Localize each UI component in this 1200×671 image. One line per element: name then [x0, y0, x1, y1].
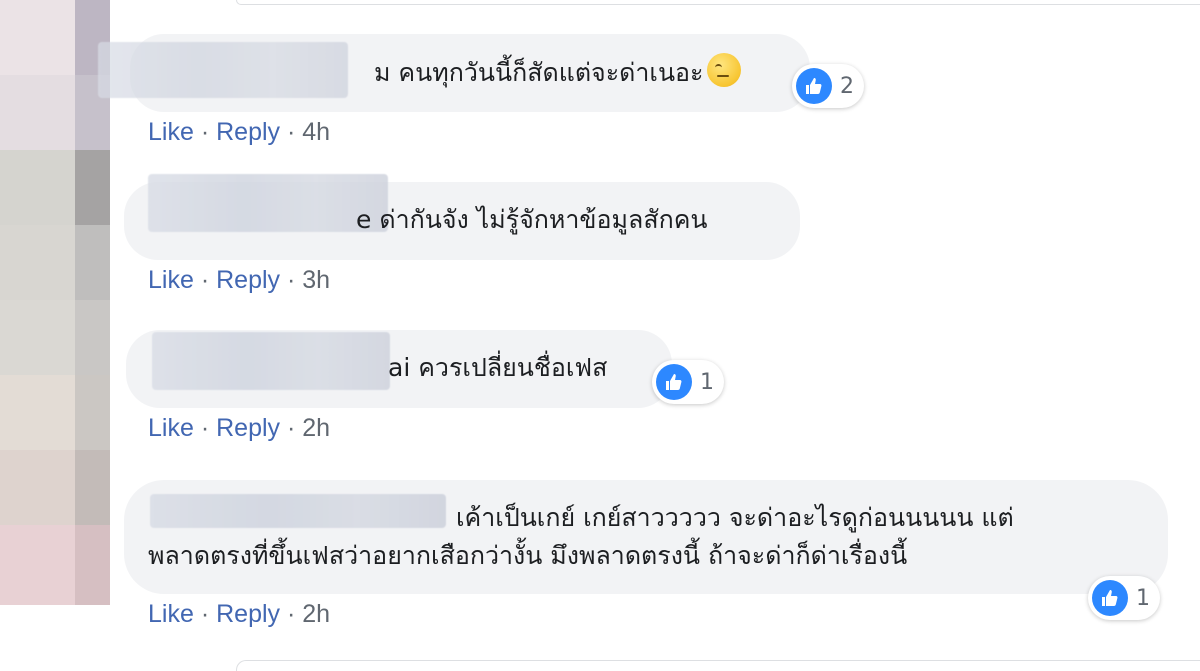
blurred-author-name[interactable] — [98, 42, 348, 98]
like-count: 2 — [840, 73, 854, 99]
timestamp[interactable]: 4h — [302, 118, 330, 146]
thumbs-up-icon — [796, 68, 832, 104]
comment-text-line-1: เค้าเป็นเกย์ เกย์สาววววว จะด่าอะไรดูก่อน… — [456, 503, 1014, 532]
comment-bubble: ม คนทุกวันนี้ก็สัดแต่จะด่าเนอะ — [98, 34, 810, 112]
like-count: 1 — [1136, 585, 1150, 611]
comment-bubble: เค้าเป็นเกย์ เกย์สาววววว จะด่าอะไรดูก่อน… — [124, 480, 1168, 594]
comment-actions: Like · Reply · 3h — [148, 266, 331, 294]
reply-link[interactable]: Reply — [216, 118, 280, 146]
blurred-author-name[interactable] — [150, 494, 446, 528]
comment-text: e ด่ากันจัง ไม่รู้จักหาข้อมูลสักคน — [356, 205, 708, 234]
previous-comment-box-edge — [236, 0, 1200, 5]
timestamp[interactable]: 2h — [302, 414, 330, 442]
like-reaction-badge[interactable]: 1 — [1088, 576, 1160, 620]
blurred-author-name[interactable] — [152, 332, 390, 390]
comment-actions: Like · Reply · 2h — [148, 414, 331, 442]
blurred-avatar-column — [0, 0, 110, 666]
like-link[interactable]: Like — [148, 118, 194, 146]
thumbs-up-icon — [656, 364, 692, 400]
comment-actions: Like · Reply · 4h — [148, 118, 331, 146]
like-reaction-badge[interactable]: 2 — [792, 64, 864, 108]
comment-text: ม คนทุกวันนี้ก็สัดแต่จะด่าเนอะ — [374, 58, 704, 87]
comment-text-line-2: พลาดตรงที่ขึ้นเฟสว่าอยากเสือกว่างั้น มึง… — [148, 541, 908, 570]
timestamp[interactable]: 2h — [302, 600, 330, 628]
comment-bubble: ai ควรเปลี่ยนชื่อเฟส — [126, 330, 672, 408]
reply-link[interactable]: Reply — [216, 600, 280, 628]
timestamp[interactable]: 3h — [302, 266, 330, 294]
comment-actions: Like · Reply · 2h — [148, 600, 331, 628]
blurred-author-name[interactable] — [148, 174, 388, 232]
face-with-rolling-eyes-icon — [707, 53, 742, 87]
reply-link[interactable]: Reply — [216, 266, 280, 294]
like-link[interactable]: Like — [148, 414, 194, 442]
like-link[interactable]: Like — [148, 266, 194, 294]
like-link[interactable]: Like — [148, 600, 194, 628]
thumbs-up-icon — [1092, 580, 1128, 616]
like-reaction-badge[interactable]: 1 — [652, 360, 724, 404]
reply-link[interactable]: Reply — [216, 414, 280, 442]
comment-bubble: e ด่ากันจัง ไม่รู้จักหาข้อมูลสักคน — [124, 174, 800, 260]
like-count: 1 — [700, 369, 714, 395]
comment-text: ai ควรเปลี่ยนชื่อเฟส — [388, 353, 608, 382]
